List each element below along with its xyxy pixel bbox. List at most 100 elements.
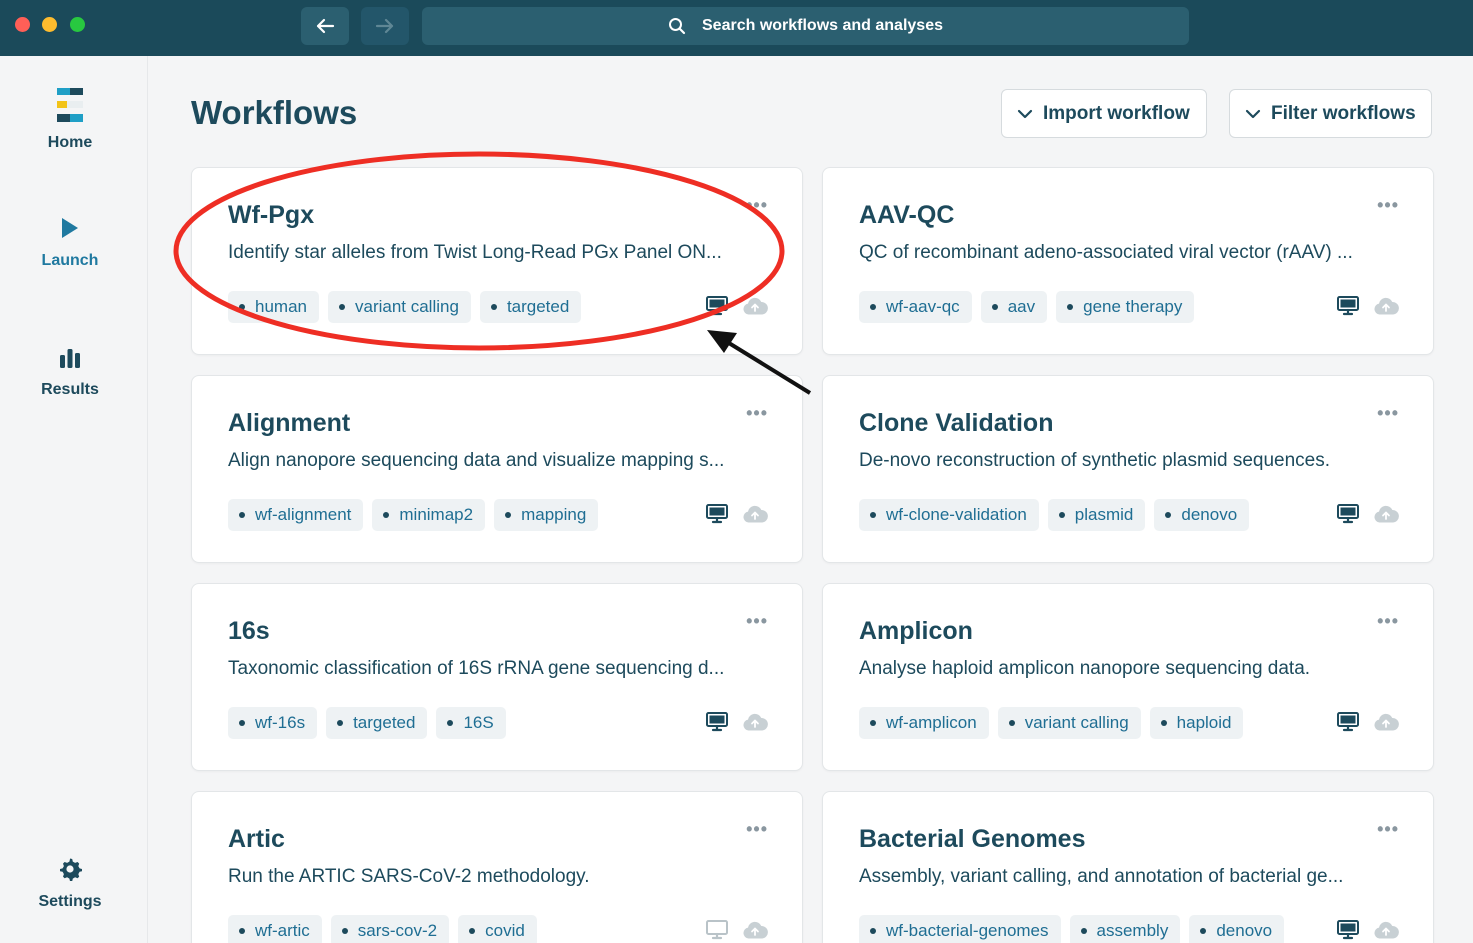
- tag-chip[interactable]: wf-amplicon: [859, 707, 989, 739]
- tag-chip[interactable]: minimap2: [372, 499, 486, 531]
- tag-chip[interactable]: haploid: [1149, 707, 1244, 739]
- run-local-button[interactable]: [706, 504, 728, 529]
- back-button[interactable]: [301, 7, 349, 45]
- workflow-description: Analyse haploid amplicon nanopore sequen…: [859, 658, 1311, 679]
- tag-chip[interactable]: wf-16s: [228, 707, 318, 739]
- run-local-button[interactable]: [1337, 920, 1359, 943]
- run-local-button[interactable]: [706, 712, 728, 737]
- tag-chip[interactable]: covid: [458, 915, 537, 943]
- cloud-upload-icon: [743, 505, 768, 523]
- workflow-card[interactable]: Amplicon Analyse haploid amplicon nanopo…: [822, 583, 1434, 771]
- desktop-icon: [1337, 712, 1359, 732]
- run-target-icons: [1337, 296, 1399, 321]
- minimize-window-button[interactable]: [42, 17, 57, 32]
- tag-chip[interactable]: targeted: [326, 707, 428, 739]
- search-bar[interactable]: Search workflows and analyses: [422, 7, 1189, 45]
- tag-chip[interactable]: wf-bacterial-genomes: [859, 915, 1061, 943]
- run-local-button[interactable]: [1337, 712, 1359, 737]
- tag-label: wf-artic: [255, 921, 310, 940]
- tag-chip[interactable]: targeted: [479, 291, 582, 323]
- tag-chip[interactable]: variant calling: [997, 707, 1141, 739]
- tag-chip[interactable]: variant calling: [327, 291, 471, 323]
- tag-chip[interactable]: wf-clone-validation: [859, 499, 1039, 531]
- tag-list: wf-alignment minimap2 mapping: [228, 499, 599, 531]
- more-options-icon[interactable]: •••: [746, 820, 768, 838]
- maximize-window-button[interactable]: [70, 17, 85, 32]
- app-logo-icon: [57, 88, 83, 122]
- forward-button[interactable]: [361, 7, 409, 45]
- tag-chip[interactable]: assembly: [1069, 915, 1181, 943]
- workflow-title: AAV-QC: [859, 201, 955, 229]
- run-local-button[interactable]: [706, 296, 728, 321]
- tag-chip[interactable]: wf-artic: [228, 915, 322, 943]
- sidebar-item-settings[interactable]: Settings: [0, 857, 140, 911]
- run-local-button[interactable]: [1337, 504, 1359, 529]
- run-target-icons: [1337, 712, 1399, 737]
- more-options-icon[interactable]: •••: [746, 404, 768, 422]
- more-options-icon[interactable]: •••: [746, 612, 768, 630]
- tag-label: plasmid: [1074, 505, 1134, 524]
- run-cloud-button[interactable]: [742, 505, 768, 528]
- filter-workflows-button[interactable]: Filter workflows: [1229, 89, 1432, 138]
- cloud-upload-icon: [1374, 921, 1399, 939]
- tag-chip[interactable]: 16S: [436, 707, 506, 739]
- run-cloud-button[interactable]: [742, 297, 768, 320]
- workflow-description: Align nanopore sequencing data and visua…: [228, 450, 725, 471]
- tag-chip[interactable]: denovo: [1189, 915, 1285, 943]
- sidebar-item-launch[interactable]: Launch: [0, 216, 140, 270]
- workflow-card[interactable]: Wf-Pgx Identify star alleles from Twist …: [191, 167, 803, 355]
- run-cloud-button[interactable]: [742, 713, 768, 736]
- tag-list: wf-16s targeted 16S: [228, 707, 506, 739]
- tag-chip[interactable]: wf-alignment: [228, 499, 364, 531]
- run-cloud-button[interactable]: [742, 921, 768, 943]
- bullet-icon: [239, 304, 245, 310]
- tag-chip[interactable]: sars-cov-2: [330, 915, 450, 943]
- bullet-icon: [870, 928, 876, 934]
- bar-chart-icon: [60, 349, 80, 368]
- more-options-icon[interactable]: •••: [746, 196, 768, 214]
- tag-label: human: [255, 297, 307, 316]
- tag-label: variant calling: [354, 297, 459, 316]
- tag-chip[interactable]: mapping: [494, 499, 599, 531]
- sidebar-item-home[interactable]: Home: [0, 88, 140, 152]
- tag-chip[interactable]: denovo: [1154, 499, 1250, 531]
- import-workflow-button[interactable]: Import workflow: [1001, 89, 1207, 138]
- sidebar-item-label: Results: [41, 381, 99, 398]
- tag-label: sars-cov-2: [357, 921, 438, 940]
- bullet-icon: [239, 928, 245, 934]
- sidebar-item-results[interactable]: Results: [0, 347, 140, 399]
- workflow-card[interactable]: Artic Run the ARTIC SARS-CoV-2 methodolo…: [191, 791, 803, 943]
- search-icon: [669, 18, 686, 35]
- tag-chip[interactable]: plasmid: [1047, 499, 1146, 531]
- more-options-icon[interactable]: •••: [1377, 612, 1399, 630]
- workflow-card[interactable]: Clone Validation De-novo reconstruction …: [822, 375, 1434, 563]
- run-cloud-button[interactable]: [1373, 713, 1399, 736]
- run-cloud-button[interactable]: [1373, 921, 1399, 943]
- chevron-down-icon: [1245, 109, 1261, 118]
- desktop-icon: [706, 712, 728, 732]
- run-cloud-button[interactable]: [1373, 505, 1399, 528]
- workflow-card[interactable]: 16s Taxonomic classification of 16S rRNA…: [191, 583, 803, 771]
- more-options-icon[interactable]: •••: [1377, 196, 1399, 214]
- run-local-button[interactable]: [1337, 296, 1359, 321]
- gear-icon: [60, 858, 82, 881]
- run-local-button[interactable]: [706, 920, 728, 943]
- run-cloud-button[interactable]: [1373, 297, 1399, 320]
- bullet-icon: [1058, 512, 1065, 518]
- cloud-upload-icon: [1374, 505, 1399, 523]
- tag-chip[interactable]: wf-aav-qc: [859, 291, 972, 323]
- workflow-card[interactable]: Bacterial Genomes Assembly, variant call…: [822, 791, 1434, 943]
- workflow-card[interactable]: Alignment Align nanopore sequencing data…: [191, 375, 803, 563]
- workflow-card[interactable]: AAV-QC QC of recombinant adeno-associate…: [822, 167, 1434, 355]
- more-options-icon[interactable]: •••: [1377, 404, 1399, 422]
- tag-chip[interactable]: aav: [980, 291, 1048, 323]
- more-options-icon[interactable]: •••: [1377, 820, 1399, 838]
- tag-label: gene therapy: [1083, 297, 1183, 316]
- sidebar-item-label: Launch: [41, 252, 99, 269]
- close-window-button[interactable]: [15, 17, 30, 32]
- run-target-icons: [1337, 504, 1399, 529]
- tag-chip[interactable]: human: [228, 291, 319, 323]
- tag-chip[interactable]: gene therapy: [1056, 291, 1195, 323]
- desktop-icon: [1337, 504, 1359, 524]
- desktop-icon: [1337, 920, 1359, 940]
